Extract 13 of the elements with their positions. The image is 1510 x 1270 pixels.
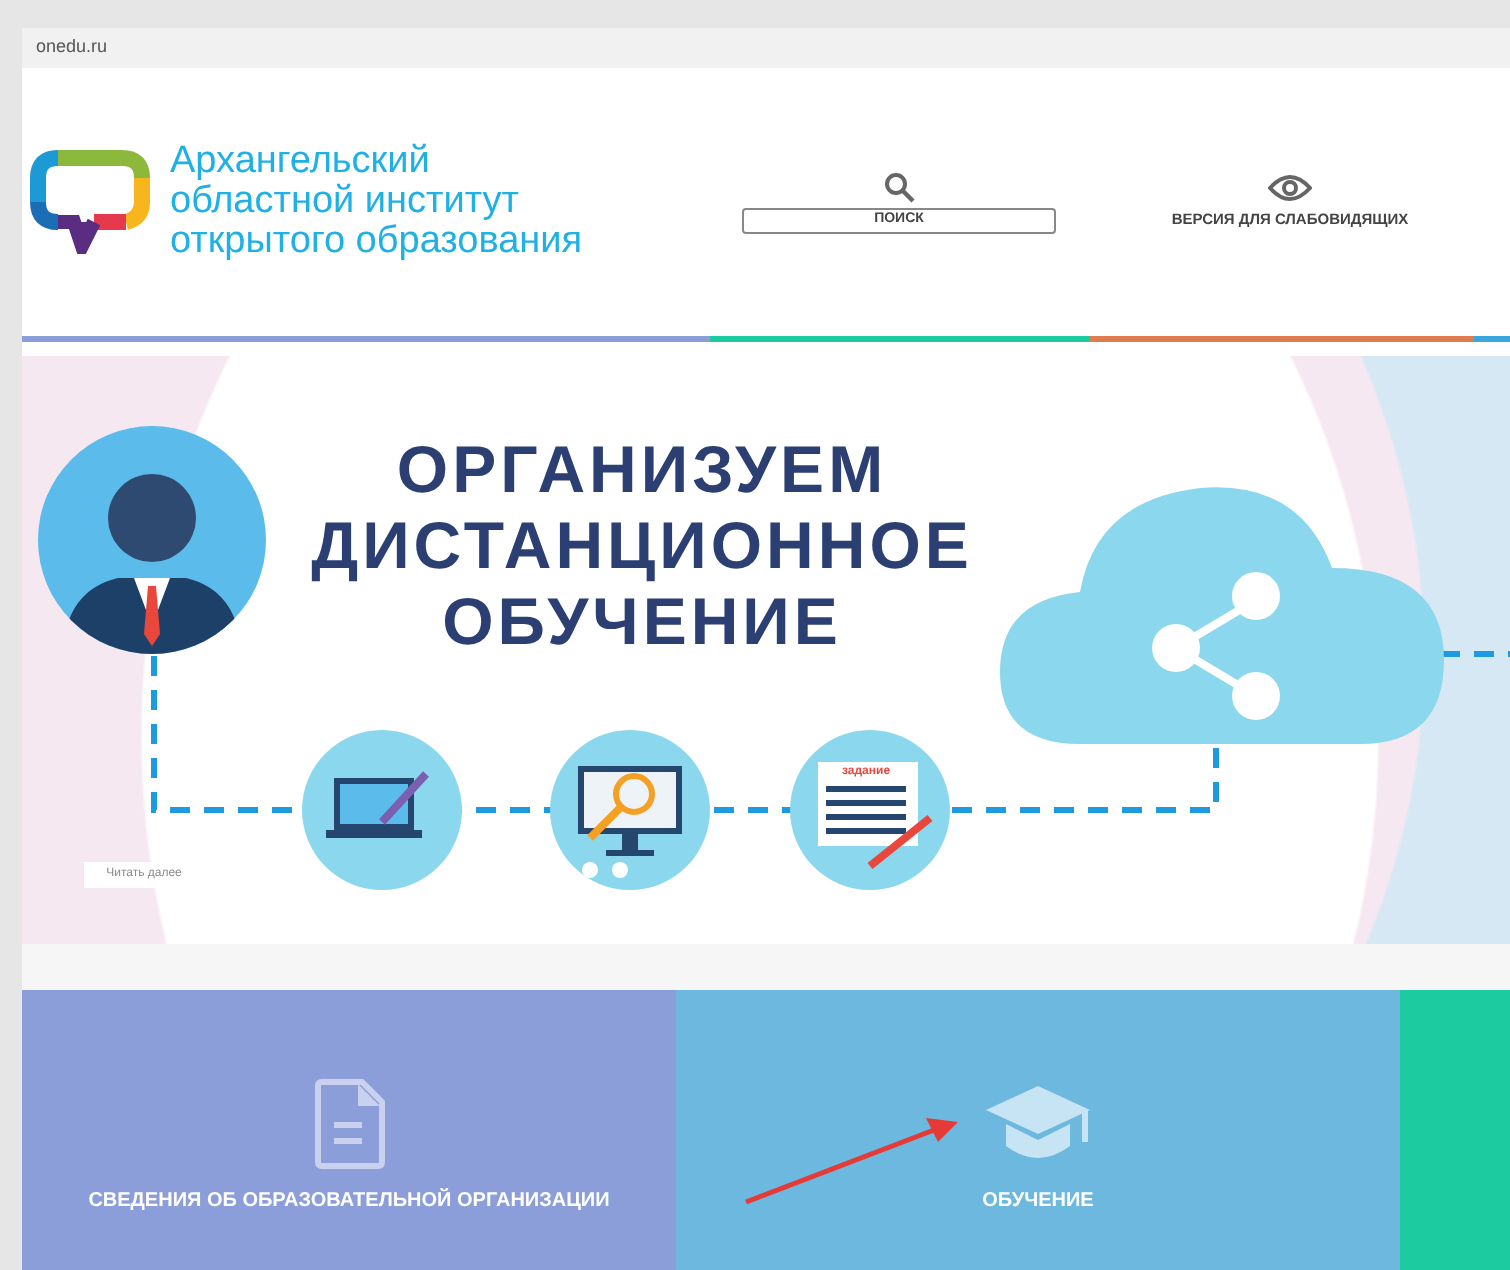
document-icon — [313, 1078, 385, 1170]
institute-name: Архангельский областной институт открытого образования — [170, 142, 583, 262]
search-icon[interactable] — [883, 171, 915, 203]
monitor-magnifier-icon — [550, 730, 710, 890]
eye-icon[interactable] — [1268, 173, 1312, 202]
address-bar[interactable]: onedu.ru — [22, 28, 1510, 68]
tile-label: СВЕДЕНИЯ ОБ ОБРАЗОВАТЕЛЬНОЙ ОРГАНИЗАЦИИ — [88, 1186, 610, 1216]
banner-title: ОРГАНИЗУЕМ ДИСТАНЦИОННОЕ ОБУЧЕНИЕ — [309, 432, 975, 660]
speech-bubble-logo — [30, 150, 150, 254]
worksheet-icon — [790, 730, 950, 890]
laptop-icon — [302, 730, 462, 890]
tile-label: ОБУЧЕНИЕ — [982, 1188, 1094, 1216]
category-tile[interactable] — [1400, 990, 1510, 1270]
